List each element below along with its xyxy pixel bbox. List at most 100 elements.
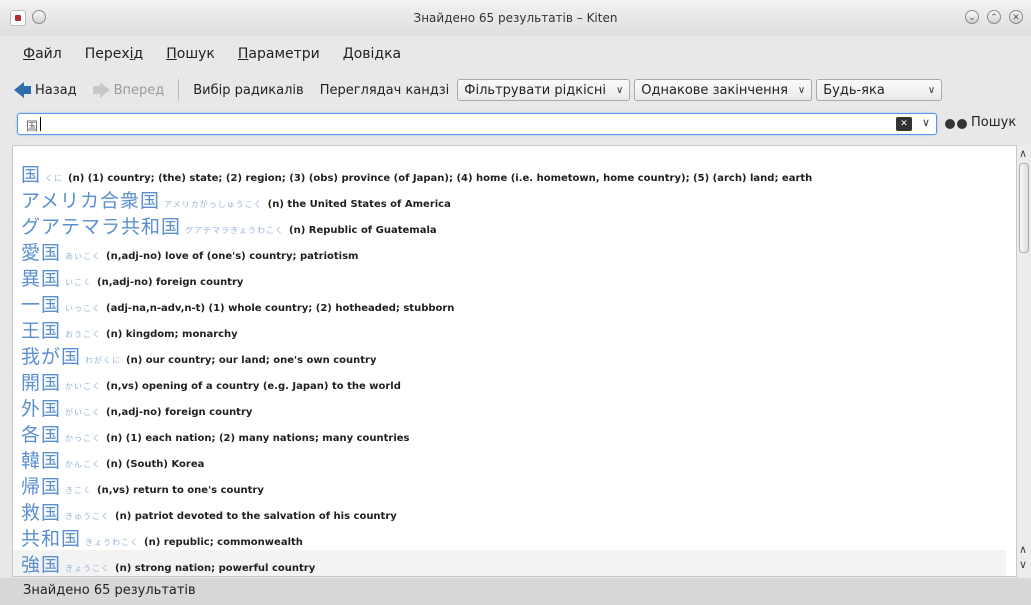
entry-meaning: (n,adj-no) foreign country bbox=[97, 277, 244, 288]
entry-word: 異国 bbox=[21, 268, 62, 290]
entry-meaning: (n) kingdom; monarchy bbox=[106, 329, 238, 340]
entry-reading: わがくに bbox=[85, 356, 122, 365]
entry-word: 愛国 bbox=[21, 242, 62, 264]
result-entry[interactable]: 帰国 きこく (n,vs) return to one's country bbox=[21, 472, 264, 498]
result-entry[interactable]: 愛国 あいこく (n,adj-no) love of (one's) count… bbox=[21, 238, 358, 264]
history-dropdown-icon[interactable]: ∨ bbox=[922, 116, 930, 129]
entry-word: グアテマラ共和国 bbox=[21, 216, 182, 238]
result-entry[interactable]: 一国 いっこく (adj-na,n-adv,n-t) (1) whole cou… bbox=[21, 290, 454, 316]
entry-word: 韓国 bbox=[21, 450, 62, 472]
entry-reading: きょうわこく bbox=[85, 538, 140, 547]
clear-icon[interactable]: ✕ bbox=[896, 117, 912, 131]
menu-settings[interactable]: Параметри bbox=[225, 46, 330, 62]
entry-reading: かいこく bbox=[65, 382, 102, 391]
window-title: Знайдено 65 результатів – Kiten bbox=[413, 11, 618, 25]
menu-search[interactable]: Пошук bbox=[153, 46, 225, 62]
entry-reading: きょうこく bbox=[65, 564, 111, 573]
entry-meaning: (n) our country; our land; one's own cou… bbox=[126, 355, 377, 366]
menu-help[interactable]: Довідка bbox=[330, 46, 411, 62]
search-button[interactable]: Пошук bbox=[945, 115, 1016, 130]
result-entry[interactable]: 開国 かいこく (n,vs) opening of a country (e.g… bbox=[21, 368, 401, 394]
entry-reading: アメリカがっしゅうこく bbox=[164, 200, 263, 209]
toolbar: Назад Вперед Вибір радикалів Переглядач … bbox=[0, 72, 1031, 108]
minimize-button[interactable]: ⌄ bbox=[965, 10, 979, 24]
close-button[interactable]: ✕ bbox=[1009, 10, 1023, 24]
entry-reading: くに bbox=[45, 174, 64, 183]
scroll-up-icon[interactable]: ∧ bbox=[1019, 543, 1027, 556]
forward-arrow-icon bbox=[92, 82, 110, 98]
result-entry[interactable]: 異国 いこく (n,adj-no) foreign country bbox=[21, 264, 243, 290]
entry-meaning: (n) (South) Korea bbox=[106, 459, 205, 470]
chevron-down-icon: ∨ bbox=[797, 84, 806, 96]
entry-meaning: (n) republic; commonwealth bbox=[144, 537, 303, 548]
entry-meaning: (n) patriot devoted to the salvation of … bbox=[115, 511, 397, 522]
result-entry[interactable]: 我が国 わがくに (n) our country; our land; one'… bbox=[21, 342, 376, 368]
entry-meaning: (n) (1) country; (the) state; (2) region… bbox=[68, 173, 813, 184]
forward-button[interactable]: Вперед bbox=[85, 82, 173, 98]
result-entry[interactable]: 共和国 きょうわこく (n) republic; commonwealth bbox=[21, 524, 303, 550]
entry-reading: かんこく bbox=[65, 460, 102, 469]
entry-word: 各国 bbox=[21, 424, 62, 446]
result-entry[interactable]: 国 くに (n) (1) country; (the) state; (2) r… bbox=[21, 160, 812, 186]
results-view[interactable]: 国 くに (n) (1) country; (the) state; (2) r… bbox=[12, 145, 1017, 577]
result-entry[interactable]: 韓国 かんこく (n) (South) Korea bbox=[21, 446, 204, 472]
entry-meaning: (n) strong nation; powerful country bbox=[115, 563, 316, 574]
entry-word: 我が国 bbox=[21, 346, 82, 368]
result-entry[interactable]: グアテマラ共和国 グアテマラきょうわこく (n) Republic of Gua… bbox=[21, 212, 437, 238]
entry-word: 救国 bbox=[21, 502, 62, 524]
result-entry-hovered[interactable]: 強国 きょうこく (n) strong nation; powerful cou… bbox=[13, 550, 1006, 576]
word-type-value: Будь-яка bbox=[823, 82, 885, 98]
entry-reading: グアテマラきょうわこく bbox=[185, 226, 285, 235]
text-caret bbox=[40, 117, 41, 131]
filter-rare-value: Фільтрувати рідкісні bbox=[464, 82, 606, 98]
word-type-combo[interactable]: Будь-яка ∨ bbox=[816, 79, 943, 101]
search-input[interactable]: 国 ✕ ∨ bbox=[17, 113, 937, 135]
status-text: Знайдено 65 результатів bbox=[23, 583, 196, 598]
back-arrow-icon bbox=[14, 82, 31, 98]
entry-word: 王国 bbox=[21, 320, 62, 342]
kanji-browser-button[interactable]: Переглядач кандзі bbox=[312, 83, 458, 98]
search-button-label: Пошук bbox=[971, 115, 1017, 130]
chevron-down-icon: ∨ bbox=[615, 84, 624, 96]
maximize-button[interactable]: ⌃ bbox=[987, 10, 1001, 24]
entry-word: 開国 bbox=[21, 372, 62, 394]
entry-reading: がいこく bbox=[65, 408, 102, 417]
result-entry[interactable]: 外国 がいこく (n,adj-no) foreign country bbox=[21, 394, 252, 420]
results-scrollbar[interactable]: ∧ ∧ ∨ bbox=[1017, 145, 1031, 577]
result-entry[interactable]: 救国 きゅうこく (n) patriot devoted to the salv… bbox=[21, 498, 397, 524]
entry-word: 外国 bbox=[21, 398, 62, 420]
kiten-window: Знайдено 65 результатів – Kiten ⌄ ⌃ ✕ Фа… bbox=[0, 0, 1031, 605]
entry-reading: いっこく bbox=[65, 304, 102, 313]
entry-word: 一国 bbox=[21, 294, 62, 316]
entry-word: 国 bbox=[21, 164, 42, 186]
binoculars-icon bbox=[945, 116, 967, 130]
radical-selector-button[interactable]: Вибір радикалів bbox=[185, 83, 311, 98]
entry-meaning: (n,adj-no) love of (one's) country; patr… bbox=[106, 251, 359, 262]
back-button[interactable]: Назад bbox=[0, 82, 85, 98]
entry-reading: きゅうこく bbox=[65, 512, 111, 521]
forward-label: Вперед bbox=[113, 82, 165, 98]
filter-rare-combo[interactable]: Фільтрувати рідкісні ∨ bbox=[457, 79, 631, 101]
toolbar-separator bbox=[178, 79, 180, 101]
entry-meaning: (n) (1) each nation; (2) many nations; m… bbox=[106, 433, 410, 444]
menu-go[interactable]: Перехід bbox=[72, 46, 154, 62]
entry-reading: あいこく bbox=[65, 252, 102, 261]
entry-word: アメリカ合衆国 bbox=[21, 190, 161, 212]
entry-meaning: (n,vs) return to one's country bbox=[97, 485, 264, 496]
scroll-up-icon[interactable]: ∧ bbox=[1019, 147, 1027, 160]
entry-word: 共和国 bbox=[21, 528, 82, 550]
search-value: 国 bbox=[26, 119, 39, 133]
status-bar: Знайдено 65 результатів bbox=[0, 578, 1031, 605]
menu-file[interactable]: Файл bbox=[0, 46, 72, 62]
result-entry[interactable]: 王国 おうこく (n) kingdom; monarchy bbox=[21, 316, 238, 342]
scroll-down-icon[interactable]: ∨ bbox=[1019, 558, 1027, 571]
entry-word: 帰国 bbox=[21, 476, 62, 498]
chevron-down-icon: ∨ bbox=[927, 84, 936, 96]
scrollbar-thumb[interactable] bbox=[1019, 163, 1029, 253]
entry-reading: おうこく bbox=[65, 330, 102, 339]
entry-reading: いこく bbox=[65, 278, 93, 287]
entry-reading: かっこく bbox=[65, 434, 102, 443]
match-ending-combo[interactable]: Однакове закінчення ∨ bbox=[634, 79, 813, 101]
result-entry[interactable]: 各国 かっこく (n) (1) each nation; (2) many na… bbox=[21, 420, 410, 446]
result-entry[interactable]: アメリカ合衆国 アメリカがっしゅうこく (n) the United State… bbox=[21, 186, 451, 212]
